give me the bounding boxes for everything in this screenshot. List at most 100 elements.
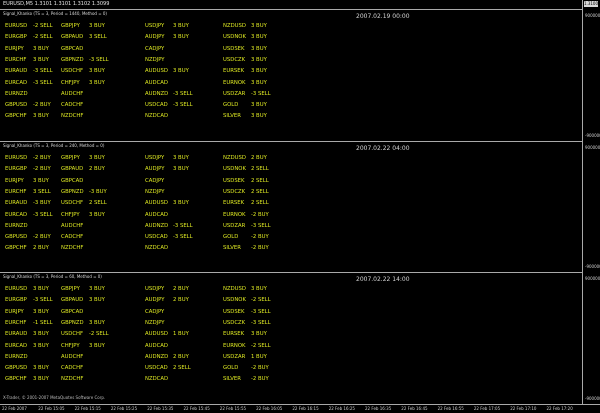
currency-pair-label: USDCHF <box>61 331 84 338</box>
indicator-panel[interactable]: Signal_Khanko (TS = 3, Period = 1440, Me… <box>0 9 582 141</box>
signal-value: -2 BUY <box>33 234 51 241</box>
signal-cell: AUDNZD -3 SELL <box>145 89 193 99</box>
indicator-panel[interactable]: Signal_Khanko (TS = 3, Period = 60, Meth… <box>0 272 582 404</box>
price-scale-divider <box>582 0 583 405</box>
currency-pair-label: AUDCAD <box>145 342 168 349</box>
signal-value: 3 BUY <box>89 319 105 326</box>
signal-value: 2 SELL <box>251 188 269 195</box>
signal-cell: CADJPY <box>145 176 164 186</box>
currency-pair-label: EURGBP <box>5 34 27 41</box>
signal-cell: EURCHF 3 BUY <box>5 55 49 65</box>
time-axis-label: 22 Feb 17:10 <box>510 406 537 411</box>
signal-value: -3 SELL <box>173 90 193 97</box>
currency-pair-label: EURNZD <box>5 353 28 360</box>
signal-value: 2 BUY <box>173 297 189 304</box>
currency-pair-label: GBPCAD <box>61 308 84 315</box>
signal-value: 2 SELL <box>251 177 269 184</box>
signal-value: 3 BUY <box>251 286 267 292</box>
indicator-panel[interactable]: Signal_Khanko (TS = 3, Period = 240, Met… <box>0 141 582 272</box>
currency-pair-label: EURJPY <box>5 308 24 315</box>
signal-cell: GBPAUD 3 SELL <box>61 32 107 42</box>
currency-pair-label: CADJPY <box>145 177 165 184</box>
currency-pair-label: USDJPY <box>145 155 165 161</box>
signal-cell: NZDCAD <box>145 111 168 121</box>
signal-value: 3 BUY <box>173 166 189 173</box>
currency-pair-label: USDSEK <box>223 308 245 315</box>
currency-pair-label: SILVER <box>223 245 241 252</box>
currency-pair-label: AUDJPY <box>145 297 165 304</box>
signal-cell: SILVER -2 BUY <box>223 374 269 384</box>
signal-cell: GOLD 3 BUY <box>223 100 267 110</box>
time-axis-label: 22 Feb 15:45 <box>183 406 210 411</box>
signal-cell: EURAUD -3 SELL <box>5 66 53 76</box>
signal-value: 1 BUY <box>251 353 267 360</box>
signal-value: 2 SELL <box>173 365 191 372</box>
signal-value: 3 BUY <box>33 113 49 120</box>
currency-pair-label: GBPUSD <box>5 102 28 109</box>
signal-value: 3 BUY <box>251 45 267 52</box>
time-axis-label: 22 Feb 16:15 <box>292 406 319 411</box>
signal-value: 3 BUY <box>89 211 105 218</box>
signal-cell: NZDUSD 3 BUY <box>223 21 267 31</box>
currency-pair-label: USDNOK <box>223 297 246 304</box>
currency-pair-label: NZDUSD <box>223 23 246 29</box>
currency-pair-label: AUDJPY <box>145 166 165 173</box>
chart-header: EURUSD,M5 1.3101 1.3101 1.3102 1.3099 <box>0 0 582 9</box>
signal-cell: AUDCAD <box>145 78 168 88</box>
signal-cell: USDCAD 2 SELL <box>145 363 191 373</box>
currency-pair-label: USDCAD <box>145 102 168 109</box>
currency-pair-label: AUDUSD <box>145 68 168 75</box>
signal-cell: GOLD -2 BUY <box>223 363 269 373</box>
panel-timestamp: 2007.02.22 04:00 <box>356 145 410 152</box>
signal-cell: EURNOK -2 BUY <box>223 210 269 220</box>
currency-pair-label: USDSEK <box>223 177 245 184</box>
signal-cell: CHFJPY 3 BUY <box>61 341 105 351</box>
signal-cell: CADJPY <box>145 44 164 54</box>
signal-cell: GBPJPY 3 BUY <box>61 284 105 294</box>
currency-pair-label: USDCHF <box>61 200 84 207</box>
signal-value: -2 BUY <box>33 155 51 161</box>
signal-cell: EURSEK 3 BUY <box>223 66 267 76</box>
signal-cell: GBPCHF 2 BUY <box>5 243 49 253</box>
signal-cell: SILVER 3 BUY <box>223 111 267 121</box>
signal-value: 3 BUY <box>251 56 267 63</box>
time-axis-label: 22 Feb 16:55 <box>437 406 464 411</box>
signal-cell: NZDJPY <box>145 318 165 328</box>
currency-pair-label: GOLD <box>223 234 239 241</box>
currency-pair-label: NZDCHF <box>61 376 84 383</box>
signal-value: -2 SELL <box>251 342 271 349</box>
signal-value: 2 BUY <box>173 286 189 292</box>
signal-value: -3 SELL <box>33 79 53 86</box>
signal-value: 3 SELL <box>89 34 107 41</box>
currency-pair-label: GBPCAD <box>61 45 84 52</box>
signal-cell: USDJPY 3 BUY <box>145 153 189 163</box>
signal-value: -3 SELL <box>173 222 193 229</box>
signal-value: 3 BUY <box>89 68 105 75</box>
currency-pair-label: NZDCAD <box>145 376 169 383</box>
signal-value: -3 SELL <box>89 56 109 63</box>
signal-value: 3 BUY <box>89 297 105 304</box>
signal-cell: NZDUSD 3 BUY <box>223 284 267 294</box>
signal-value: 2 BUY <box>173 353 189 360</box>
signal-cell: NZDUSD 2 BUY <box>223 153 267 163</box>
signal-value: -2 SELL <box>251 297 271 304</box>
signal-cell: USDCHF 3 BUY <box>61 66 105 76</box>
signal-value: 3 BUY <box>173 34 189 41</box>
currency-pair-label: NZDCHF <box>61 113 84 120</box>
currency-pair-label: AUDCHF <box>61 222 84 229</box>
signal-value: -3 SELL <box>251 308 271 315</box>
signal-cell: NZDCHF <box>61 111 83 121</box>
currency-pair-label: AUDCHF <box>61 353 84 360</box>
signal-value: 3 BUY <box>173 68 189 75</box>
scale-bottom-label: -90000000 <box>585 396 600 401</box>
currency-pair-label: EURCHF <box>5 188 27 195</box>
signal-value: 3 BUY <box>89 155 105 161</box>
signal-value: 1 BUY <box>173 331 189 338</box>
currency-pair-label: GOLD <box>223 365 239 372</box>
signal-cell: EURJPY 3 BUY <box>5 44 49 54</box>
signal-cell: CADCHF <box>61 100 83 110</box>
signal-cell: GBPCHF 3 BUY <box>5 374 49 384</box>
currency-pair-label: EURJPY <box>5 45 24 52</box>
signal-cell: EURSEK 3 BUY <box>223 329 267 339</box>
signal-cell: GBPNZD -3 BUY <box>61 187 107 197</box>
